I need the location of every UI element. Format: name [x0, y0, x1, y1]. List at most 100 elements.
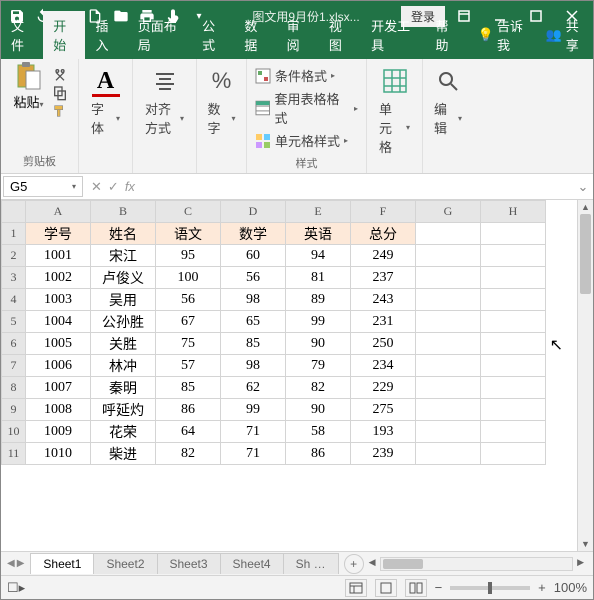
font-button[interactable]: A 字体▾: [85, 63, 126, 141]
cell[interactable]: 94: [286, 245, 351, 267]
cell[interactable]: 林冲: [91, 355, 156, 377]
scroll-thumb[interactable]: [580, 214, 591, 294]
cell[interactable]: 吴用: [91, 289, 156, 311]
cell[interactable]: 249: [351, 245, 416, 267]
vertical-scrollbar[interactable]: ▲ ▼: [577, 200, 593, 551]
table-header-cell[interactable]: 英语: [286, 223, 351, 245]
cell[interactable]: 234: [351, 355, 416, 377]
zoom-level[interactable]: 100%: [554, 580, 587, 595]
cell[interactable]: 99: [286, 311, 351, 333]
spreadsheet-table[interactable]: ABCDEFGH1学号姓名语文数学英语总分21001宋江956094249310…: [1, 200, 546, 465]
cell[interactable]: 1009: [26, 421, 91, 443]
align-button[interactable]: 对齐方式▾: [139, 63, 190, 141]
fx-confirm-icon[interactable]: ✓: [108, 179, 119, 195]
cell[interactable]: 75: [156, 333, 221, 355]
cell[interactable]: 1004: [26, 311, 91, 333]
cell[interactable]: 82: [286, 377, 351, 399]
table-header-cell[interactable]: 总分: [351, 223, 416, 245]
col-header[interactable]: B: [91, 201, 156, 223]
share-button[interactable]: 👥共享: [538, 11, 593, 59]
cell[interactable]: 95: [156, 245, 221, 267]
cell[interactable]: 193: [351, 421, 416, 443]
formula-input[interactable]: [141, 178, 573, 196]
cells-button[interactable]: 单元格▾: [373, 63, 416, 160]
cell[interactable]: 1005: [26, 333, 91, 355]
col-header[interactable]: D: [221, 201, 286, 223]
row-header[interactable]: 10: [2, 421, 26, 443]
zoom-out-button[interactable]: −: [435, 580, 443, 595]
cell[interactable]: 65: [221, 311, 286, 333]
col-header[interactable]: G: [416, 201, 481, 223]
cell[interactable]: 1010: [26, 443, 91, 465]
normal-view-icon[interactable]: [345, 579, 367, 597]
tab-help[interactable]: 帮助: [426, 11, 468, 59]
cell[interactable]: 237: [351, 267, 416, 289]
cell[interactable]: 239: [351, 443, 416, 465]
cell[interactable]: 1001: [26, 245, 91, 267]
row-header[interactable]: 1: [2, 223, 26, 245]
sheet-tab[interactable]: Sh …: [283, 553, 339, 574]
row-header[interactable]: 4: [2, 289, 26, 311]
tab-file[interactable]: 文件: [1, 11, 43, 59]
cell[interactable]: 公孙胜: [91, 311, 156, 333]
cell[interactable]: 81: [286, 267, 351, 289]
hscroll-thumb[interactable]: [383, 559, 423, 569]
col-header[interactable]: E: [286, 201, 351, 223]
editing-button[interactable]: 编辑▾: [428, 63, 468, 141]
cell[interactable]: 250: [351, 333, 416, 355]
name-box[interactable]: G5▾: [3, 176, 83, 197]
horizontal-scrollbar[interactable]: ◀ ▶: [380, 557, 573, 571]
cell[interactable]: 柴进: [91, 443, 156, 465]
cell[interactable]: 99: [221, 399, 286, 421]
table-header-cell[interactable]: 数学: [221, 223, 286, 245]
cell[interactable]: 57: [156, 355, 221, 377]
cell[interactable]: 1003: [26, 289, 91, 311]
tab-insert[interactable]: 插入: [85, 11, 127, 59]
tab-review[interactable]: 审阅: [277, 11, 319, 59]
tab-dev[interactable]: 开发工具: [361, 11, 425, 59]
add-sheet-button[interactable]: +: [344, 554, 364, 574]
cell[interactable]: 86: [156, 399, 221, 421]
row-header[interactable]: 7: [2, 355, 26, 377]
tab-formula[interactable]: 公式: [192, 11, 234, 59]
cell[interactable]: 1007: [26, 377, 91, 399]
cell[interactable]: 宋江: [91, 245, 156, 267]
conditional-format-button[interactable]: 条件格式▸: [253, 65, 360, 86]
scroll-up-icon[interactable]: ▲: [578, 200, 593, 214]
cell[interactable]: 71: [221, 421, 286, 443]
cell[interactable]: 关胜: [91, 333, 156, 355]
cell[interactable]: 呼延灼: [91, 399, 156, 421]
copy-icon[interactable]: [50, 85, 70, 101]
table-header-cell[interactable]: 语文: [156, 223, 221, 245]
col-header[interactable]: C: [156, 201, 221, 223]
cell[interactable]: 58: [286, 421, 351, 443]
cell[interactable]: 90: [286, 333, 351, 355]
cell[interactable]: 1006: [26, 355, 91, 377]
cell[interactable]: 71: [221, 443, 286, 465]
fx-icon[interactable]: fx: [125, 179, 135, 195]
cell-style-button[interactable]: 单元格样式▸: [253, 130, 360, 151]
cell[interactable]: 100: [156, 267, 221, 289]
page-break-view-icon[interactable]: [405, 579, 427, 597]
table-format-button[interactable]: 套用表格格式▸: [253, 88, 360, 128]
sheet-tab[interactable]: Sheet4: [220, 553, 284, 574]
cell[interactable]: 86: [286, 443, 351, 465]
cell[interactable]: 98: [221, 289, 286, 311]
record-macro-icon[interactable]: ☐▸: [7, 580, 25, 596]
table-header-cell[interactable]: 学号: [26, 223, 91, 245]
cell[interactable]: 花荣: [91, 421, 156, 443]
cell[interactable]: 79: [286, 355, 351, 377]
sheet-tab[interactable]: Sheet1: [30, 553, 94, 574]
cell[interactable]: 卢俊义: [91, 267, 156, 289]
tab-tell[interactable]: 💡告诉我: [468, 11, 538, 59]
tab-home[interactable]: 开始: [43, 11, 85, 59]
cell[interactable]: 275: [351, 399, 416, 421]
formula-expand-icon[interactable]: ⌄: [573, 179, 593, 195]
row-header[interactable]: 3: [2, 267, 26, 289]
col-header[interactable]: H: [481, 201, 546, 223]
tab-layout[interactable]: 页面布局: [128, 11, 192, 59]
cell[interactable]: 231: [351, 311, 416, 333]
col-header[interactable]: A: [26, 201, 91, 223]
page-layout-view-icon[interactable]: [375, 579, 397, 597]
paste-button[interactable]: 粘贴▾: [9, 63, 47, 111]
